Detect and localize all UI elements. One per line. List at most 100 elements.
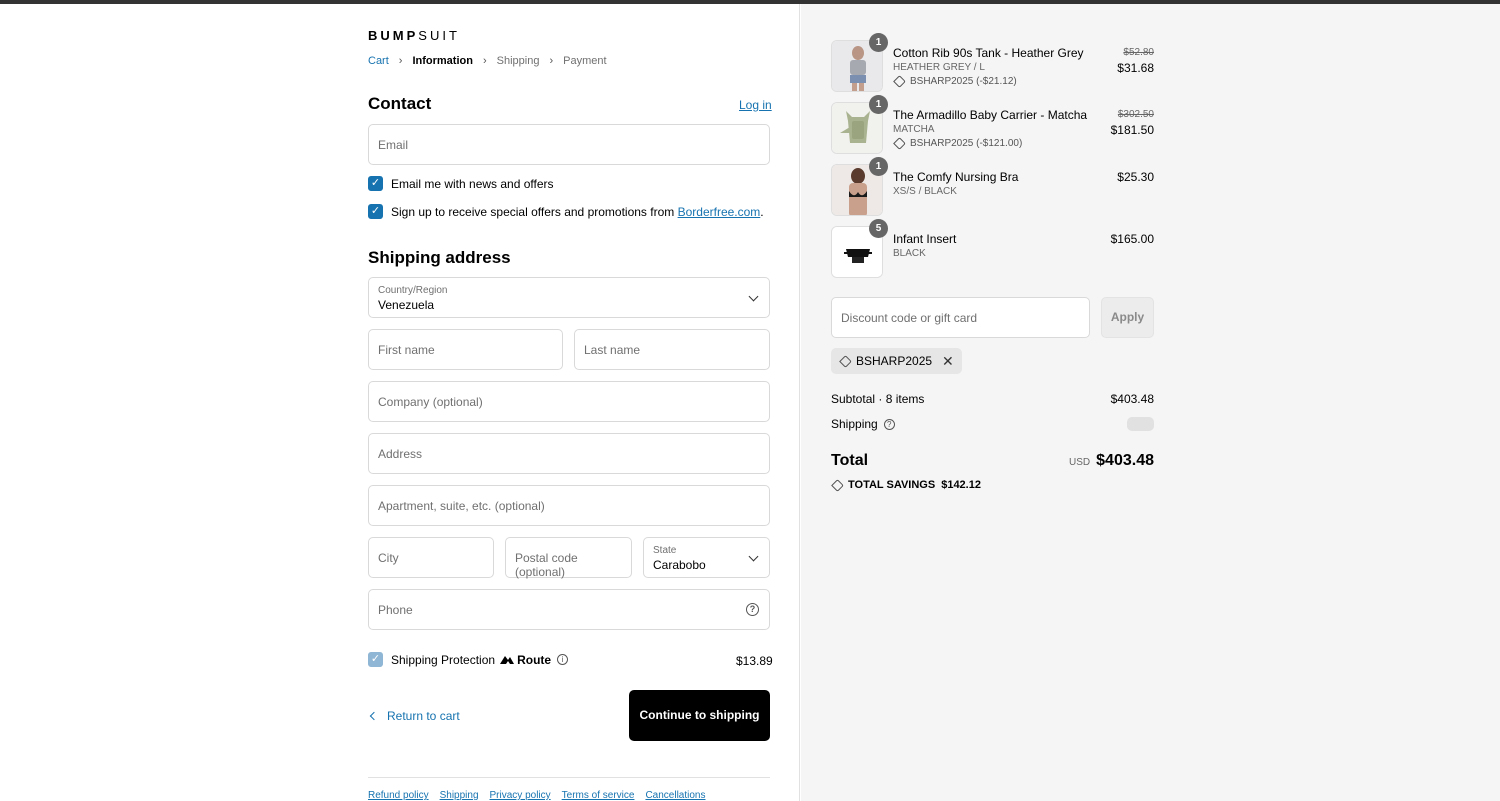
privacy-policy-link[interactable]: Privacy policy <box>490 790 551 801</box>
checkbox-checked-icon[interactable]: ✓ <box>368 652 383 667</box>
chevron-down-icon <box>748 551 759 562</box>
discount-code-label: BSHARP2025 <box>856 354 933 368</box>
breadcrumb-cart[interactable]: Cart <box>368 55 389 67</box>
last-name-field[interactable]: Last name <box>574 329 770 370</box>
continue-to-shipping-button[interactable]: Continue to shipping <box>629 690 770 741</box>
item-name: The Comfy Nursing Bra <box>893 170 1019 184</box>
footer-links: Refund policy Shipping Privacy policy Te… <box>368 790 717 801</box>
borderfree-label-end: . <box>760 204 764 219</box>
item-variant: XS/S / BLACK <box>893 186 957 197</box>
country-select[interactable]: Country/Region Venezuela <box>368 277 770 318</box>
login-link[interactable]: Log in <box>739 98 772 112</box>
route-icon <box>500 656 515 664</box>
terms-of-service-link[interactable]: Terms of service <box>562 790 635 801</box>
footer-divider <box>368 777 770 778</box>
subtotal-value: $403.48 <box>1110 392 1154 406</box>
shipping-policy-link[interactable]: Shipping <box>440 790 479 801</box>
cart-item: 1 The Comfy Nursing Bra XS/S / BLACK $25… <box>831 157 1154 216</box>
help-icon[interactable]: ? <box>746 603 759 616</box>
item-name: The Armadillo Baby Carrier - Matcha <box>893 108 1088 122</box>
subtotal-row: Subtotal · 8 items $403.48 <box>831 392 1154 406</box>
brand-logo[interactable]: BUMPSUIT <box>368 28 460 43</box>
return-to-cart-label: Return to cart <box>387 709 460 723</box>
item-discount-label: BSHARP2025 (-$121.00) <box>910 138 1023 149</box>
savings-label: TOTAL SAVINGS <box>848 479 936 491</box>
state-value: Carabobo <box>653 558 706 572</box>
first-name-field[interactable]: First name <box>368 329 563 370</box>
item-price: $165.00 <box>1110 232 1154 246</box>
return-to-cart-link[interactable]: Return to cart <box>368 709 460 723</box>
chevron-right-icon: › <box>482 55 487 67</box>
item-name: Cotton Rib 90s Tank - Heather Grey <box>893 46 1084 60</box>
breadcrumb-payment: Payment <box>563 55 607 67</box>
refund-policy-link[interactable]: Refund policy <box>368 790 429 801</box>
shipping-protection-row[interactable]: ✓ Shipping Protection Route i <box>368 652 569 667</box>
cart-item: 1 Cotton Rib 90s Tank - Heather Grey HEA… <box>831 33 1154 92</box>
breadcrumb-shipping: Shipping <box>496 55 540 67</box>
item-discount: BSHARP2025 (-$21.12) <box>893 75 1017 88</box>
email-field[interactable]: Email <box>368 124 770 165</box>
item-variant: BLACK <box>893 248 926 259</box>
savings-value: $142.12 <box>941 479 981 491</box>
tag-icon <box>831 478 844 492</box>
chevron-right-icon: › <box>398 55 403 67</box>
shipping-value-placeholder <box>1127 417 1154 431</box>
apartment-field[interactable]: Apartment, suite, etc. (optional) <box>368 485 770 526</box>
protection-price: $13.89 <box>736 654 773 668</box>
total-value: $403.48 <box>1096 452 1154 469</box>
item-name: Infant Insert <box>893 232 957 246</box>
email-placeholder: Email <box>378 138 409 152</box>
shipping-heading: Shipping address <box>368 248 511 267</box>
borderfree-link[interactable]: Borderfree.com <box>678 205 761 219</box>
phone-placeholder: Phone <box>378 603 413 617</box>
company-placeholder: Company (optional) <box>378 395 483 409</box>
item-variant: HEATHER GREY / L <box>893 62 985 73</box>
discount-placeholder: Discount code or gift card <box>841 311 978 325</box>
city-placeholder: City <box>378 551 399 565</box>
shipping-protection-label: Shipping Protection <box>391 652 496 667</box>
contact-heading: Contact <box>368 94 432 113</box>
last-name-placeholder: Last name <box>584 343 641 357</box>
city-field[interactable]: City <box>368 537 494 578</box>
address-placeholder: Address <box>378 447 423 461</box>
apply-button[interactable]: Apply <box>1101 297 1154 338</box>
cart-item: 1 The Armadillo Baby Carrier - Matcha MA… <box>831 95 1154 154</box>
cancellations-link[interactable]: Cancellations <box>645 790 705 801</box>
cart-item: 5 Infant Insert BLACK $165.00 <box>831 219 1154 278</box>
address-field[interactable]: Address <box>368 433 770 474</box>
phone-field[interactable]: Phone ? <box>368 589 770 630</box>
checkbox-checked-icon[interactable]: ✓ <box>368 204 383 219</box>
currency-code: USD <box>1069 457 1091 468</box>
news-label: Email me with news and offers <box>391 176 554 191</box>
checkbox-checked-icon[interactable]: ✓ <box>368 176 383 191</box>
quantity-badge: 5 <box>869 219 888 238</box>
item-original-price: $52.80 <box>1123 47 1154 58</box>
item-variant: MATCHA <box>893 124 935 135</box>
quantity-badge: 1 <box>869 33 888 52</box>
postal-code-field[interactable]: Postal code (optional) <box>505 537 632 579</box>
route-brand: Route <box>517 652 552 667</box>
total-row: Total USD $403.48 <box>831 452 1154 470</box>
applied-discount-chip: BSHARP2025 ✕ <box>831 348 962 374</box>
state-select[interactable]: State Carabobo <box>643 537 770 578</box>
item-price: $181.50 <box>1110 123 1154 137</box>
news-checkbox-row[interactable]: ✓ Email me with news and offers <box>368 176 554 191</box>
total-savings: TOTAL SAVINGS $142.12 <box>831 478 981 492</box>
apartment-placeholder: Apartment, suite, etc. (optional) <box>378 499 545 513</box>
help-icon[interactable]: ? <box>883 418 895 430</box>
total-label: Total <box>831 452 869 469</box>
shipping-label: Shipping <box>831 417 878 431</box>
company-field[interactable]: Company (optional) <box>368 381 770 422</box>
info-icon[interactable]: i <box>557 654 569 665</box>
state-label: State <box>653 545 677 556</box>
shipping-row: Shipping? <box>831 417 1154 431</box>
route-logo: Route <box>500 653 551 667</box>
discount-code-input[interactable]: Discount code or gift card <box>831 297 1090 338</box>
postal-placeholder: Postal code (optional) <box>515 551 578 579</box>
close-icon[interactable]: ✕ <box>942 353 954 370</box>
subtotal-label: Subtotal · 8 items <box>831 392 925 406</box>
borderfree-checkbox-row[interactable]: ✓ Sign up to receive special offers and … <box>368 204 764 219</box>
borderfree-label: Sign up to receive special offers and pr… <box>391 204 678 219</box>
item-price: $31.68 <box>1117 61 1154 75</box>
quantity-badge: 1 <box>869 157 888 176</box>
